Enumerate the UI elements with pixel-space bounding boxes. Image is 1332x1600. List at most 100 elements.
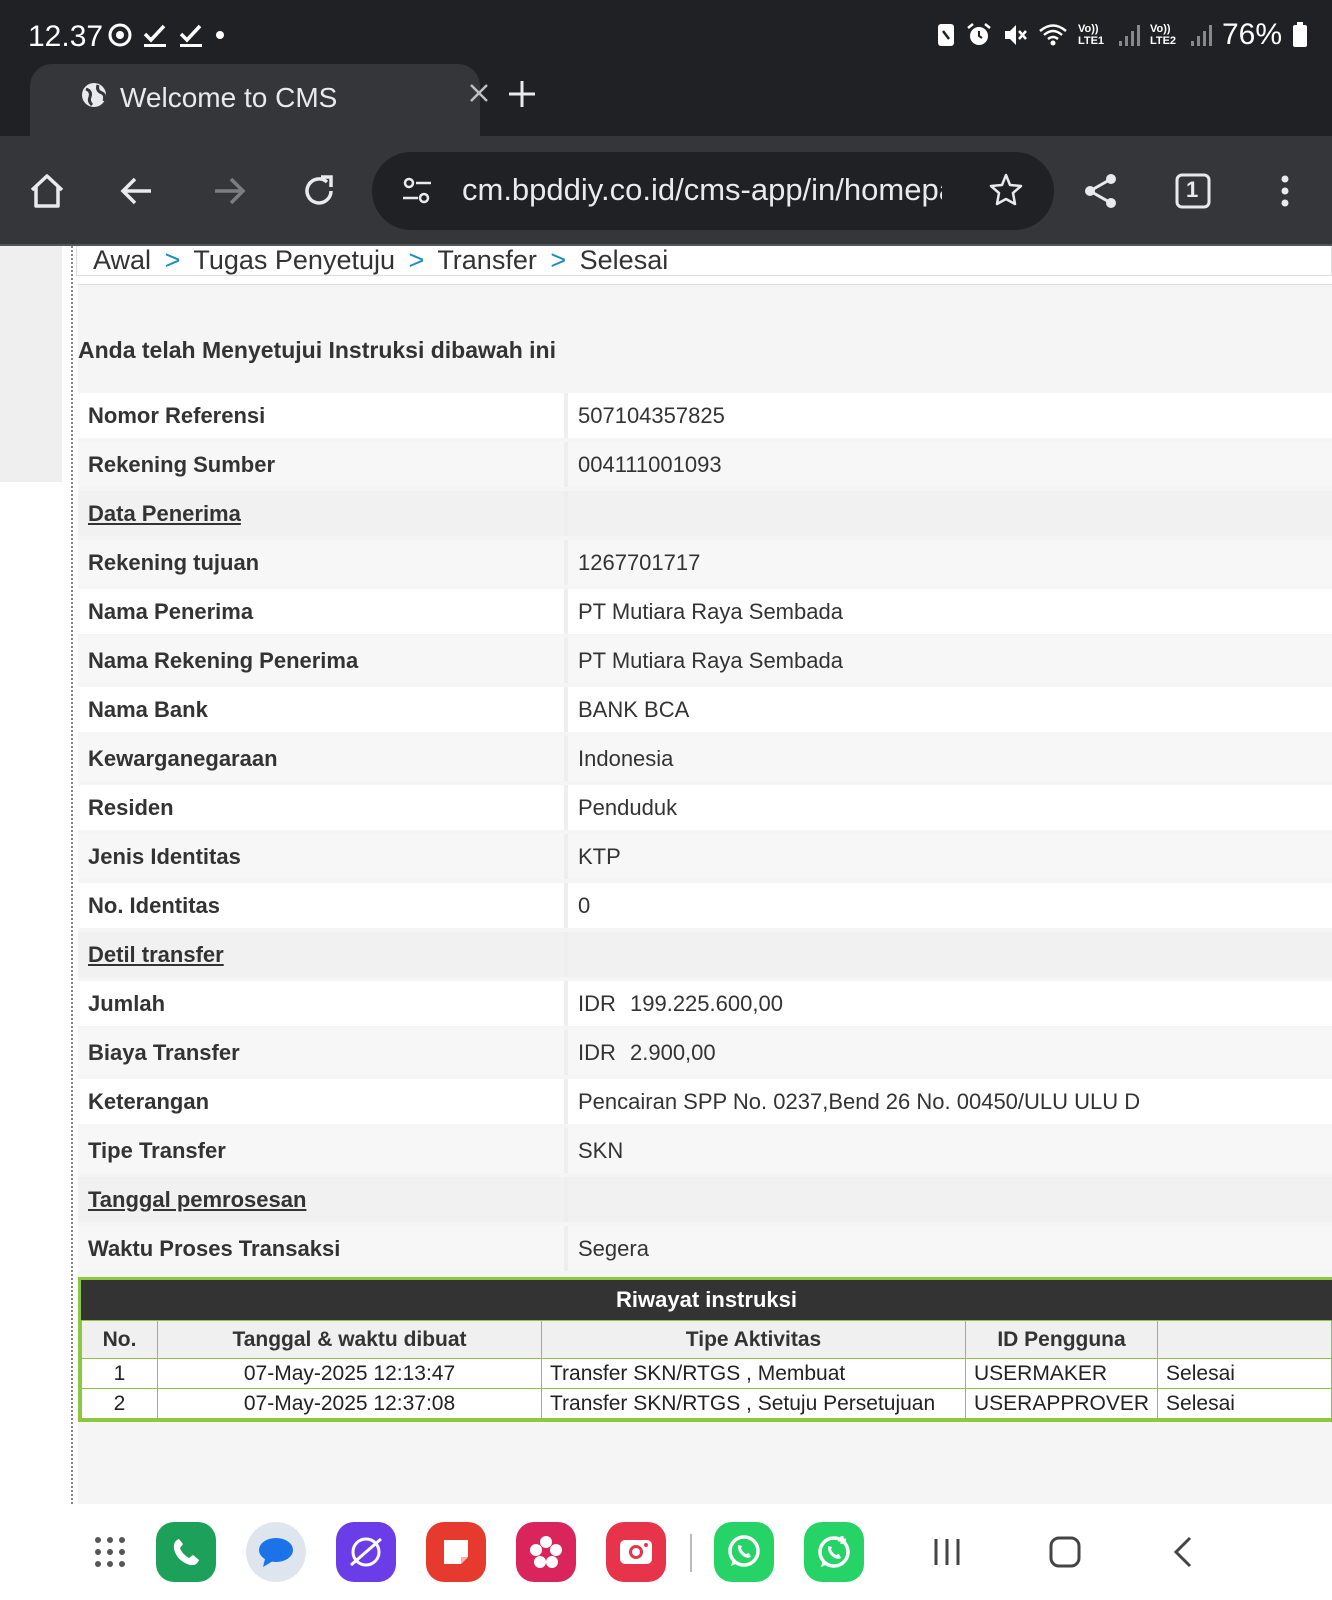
detail-label: Kewarganegaraan [78, 736, 568, 781]
detail-row: Rekening tujuan 1267701717 [78, 540, 1332, 585]
history-col-user: ID Pengguna [964, 1320, 1159, 1359]
history-activity: Transfer SKN/RTGS , Setuju Persetujuan [541, 1388, 966, 1419]
history-user: USERMAKER [964, 1358, 1159, 1389]
reload-button[interactable] [294, 166, 344, 216]
detail-row: Jenis Identitas KTP [78, 834, 1332, 879]
detail-amount: IDR 199.225.600,00 [568, 981, 1332, 1026]
battery-icon [1292, 22, 1308, 48]
detail-label: Nama Penerima [78, 589, 568, 634]
transfer-detail-table: Nomor Referensi 507104357825 Rekening Sumb… [78, 389, 1332, 1275]
tab-switcher-button[interactable]: 1 [1168, 166, 1218, 216]
detail-value: 507104357825 [568, 393, 1332, 438]
home-nav-button[interactable] [1040, 1528, 1090, 1576]
more-vertical-icon [1281, 175, 1289, 207]
currency-code: IDR [578, 990, 616, 1016]
status-bar: 12.37 Vo)) LTE1 Vo)) LTE2 76% [0, 0, 1332, 64]
detail-label: Jumlah [78, 981, 568, 1026]
section-heading: Tanggal pemrosesan [78, 1177, 568, 1222]
arrow-right-icon [215, 177, 246, 205]
whatsapp-business-app[interactable] [804, 1522, 864, 1582]
browser-tab[interactable]: Welcome to CMS [30, 64, 488, 136]
new-tab-button[interactable] [506, 78, 538, 110]
mute-icon [1002, 22, 1028, 48]
home-button[interactable] [22, 166, 72, 216]
amount-value: 2.900,00 [630, 1039, 716, 1065]
history-activity: Transfer SKN/RTGS , Membuat [541, 1358, 966, 1389]
apps-grid-button[interactable] [80, 1522, 140, 1582]
detail-row: Rekening Sumber 004111001093 [78, 442, 1332, 487]
detail-row: Tipe Transfer SKN [78, 1128, 1332, 1173]
home-square-icon [1049, 1536, 1081, 1568]
share-button[interactable] [1076, 166, 1126, 216]
detail-row: Nama Rekening Penerima PT Mutiara Raya Se… [78, 638, 1332, 683]
reload-icon [305, 175, 333, 205]
url-text[interactable]: cm.bpddiy.co.id/cms-app/in/homepage [462, 172, 942, 208]
more-notifications-dot-icon [214, 29, 226, 41]
breadcrumb: Awal > Tugas Penyetuju > Transfer > Sele… [76, 246, 1332, 276]
back-button[interactable] [112, 166, 162, 216]
internet-app[interactable] [336, 1522, 396, 1582]
recent-apps-button[interactable] [922, 1528, 972, 1576]
detail-section-row: Tanggal pemrosesan [78, 1177, 1332, 1222]
detail-value: PT Mutiara Raya Sembada [568, 638, 1332, 683]
forward-button[interactable] [204, 166, 254, 216]
page-title: Anda telah Menyetujui Instruksi dibawah … [78, 337, 556, 363]
detail-label: Jenis Identitas [78, 834, 568, 879]
detail-label: No. Identitas [78, 883, 568, 928]
detail-value: Indonesia [568, 736, 1332, 781]
back-nav-button[interactable] [1158, 1528, 1208, 1576]
history-row: 2 07-May-2025 12:37:08 Transfer SKN/RTGS ,… [81, 1388, 1332, 1419]
share-icon [1085, 174, 1116, 208]
breadcrumb-separator: > [408, 246, 425, 275]
whatsapp-business-icon [818, 1536, 850, 1568]
breadcrumb-item-tugas-penyetuju[interactable]: Tugas Penyetuju [193, 246, 395, 275]
camera-app[interactable] [606, 1522, 666, 1582]
detail-row: Kewarganegaraan Indonesia [78, 736, 1332, 781]
task-done-icon [178, 22, 204, 48]
chevron-left-icon [1173, 1536, 1192, 1568]
tab-title: Welcome to CMS [120, 82, 338, 113]
detail-row: Jumlah IDR 199.225.600,00 [78, 981, 1332, 1026]
volte-lte2-icon: Vo)) LTE2 [1149, 23, 1177, 47]
history-row: 1 07-May-2025 12:13:47 Transfer SKN/RTGS ,… [81, 1358, 1332, 1389]
gallery-app[interactable] [516, 1522, 576, 1582]
detail-value: Pencairan SPP No. 0237,Bend 26 No. 00450… [568, 1079, 1332, 1124]
detail-label: Nama Rekening Penerima [78, 638, 568, 683]
detail-label: Biaya Transfer [78, 1030, 568, 1075]
detail-value: 0 [568, 883, 1332, 928]
detail-value [568, 491, 1332, 536]
detail-value: 004111001093 [568, 442, 1332, 487]
history-status: Selesai [1157, 1358, 1332, 1389]
site-settings-icon[interactable] [400, 174, 434, 208]
detail-label: Nomor Referensi [78, 393, 568, 438]
alarm-icon [966, 22, 992, 48]
notes-app[interactable] [426, 1522, 486, 1582]
detail-amount: IDR 2.900,00 [568, 1030, 1332, 1075]
detail-row: Nomor Referensi 507104357825 [78, 393, 1332, 438]
internet-icon [350, 1537, 382, 1567]
breadcrumb-item-transfer[interactable]: Transfer [437, 246, 537, 275]
address-bar[interactable]: cm.bpddiy.co.id/cms-app/in/homepage [372, 152, 1054, 230]
more-menu-button[interactable] [1260, 166, 1310, 216]
close-tab-icon[interactable] [468, 82, 490, 104]
tab-count: 1 [1186, 177, 1199, 202]
detail-value: Segera [568, 1226, 1332, 1271]
history-user: USERAPPROVER [964, 1388, 1159, 1419]
whatsapp-app[interactable] [714, 1522, 774, 1582]
breadcrumb-separator: > [550, 246, 567, 275]
detail-row: Nama Bank BANK BCA [78, 687, 1332, 732]
whatsapp-icon [728, 1535, 760, 1567]
breadcrumb-item-awal[interactable]: Awal [93, 246, 151, 275]
detail-row: Residen Penduduk [78, 785, 1332, 830]
breadcrumb-separator: > [164, 246, 181, 275]
apps-grid-icon [95, 1537, 125, 1567]
detail-value: KTP [568, 834, 1332, 879]
detail-value: Penduduk [568, 785, 1332, 830]
phone-app[interactable] [156, 1522, 216, 1582]
currency-code: IDR [578, 1039, 616, 1065]
wifi-icon [1038, 22, 1068, 48]
bookmark-star-icon[interactable] [988, 172, 1024, 208]
messages-app[interactable] [246, 1522, 306, 1582]
history-no: 1 [81, 1358, 158, 1389]
detail-row: Waktu Proses Transaksi Segera [78, 1226, 1332, 1271]
